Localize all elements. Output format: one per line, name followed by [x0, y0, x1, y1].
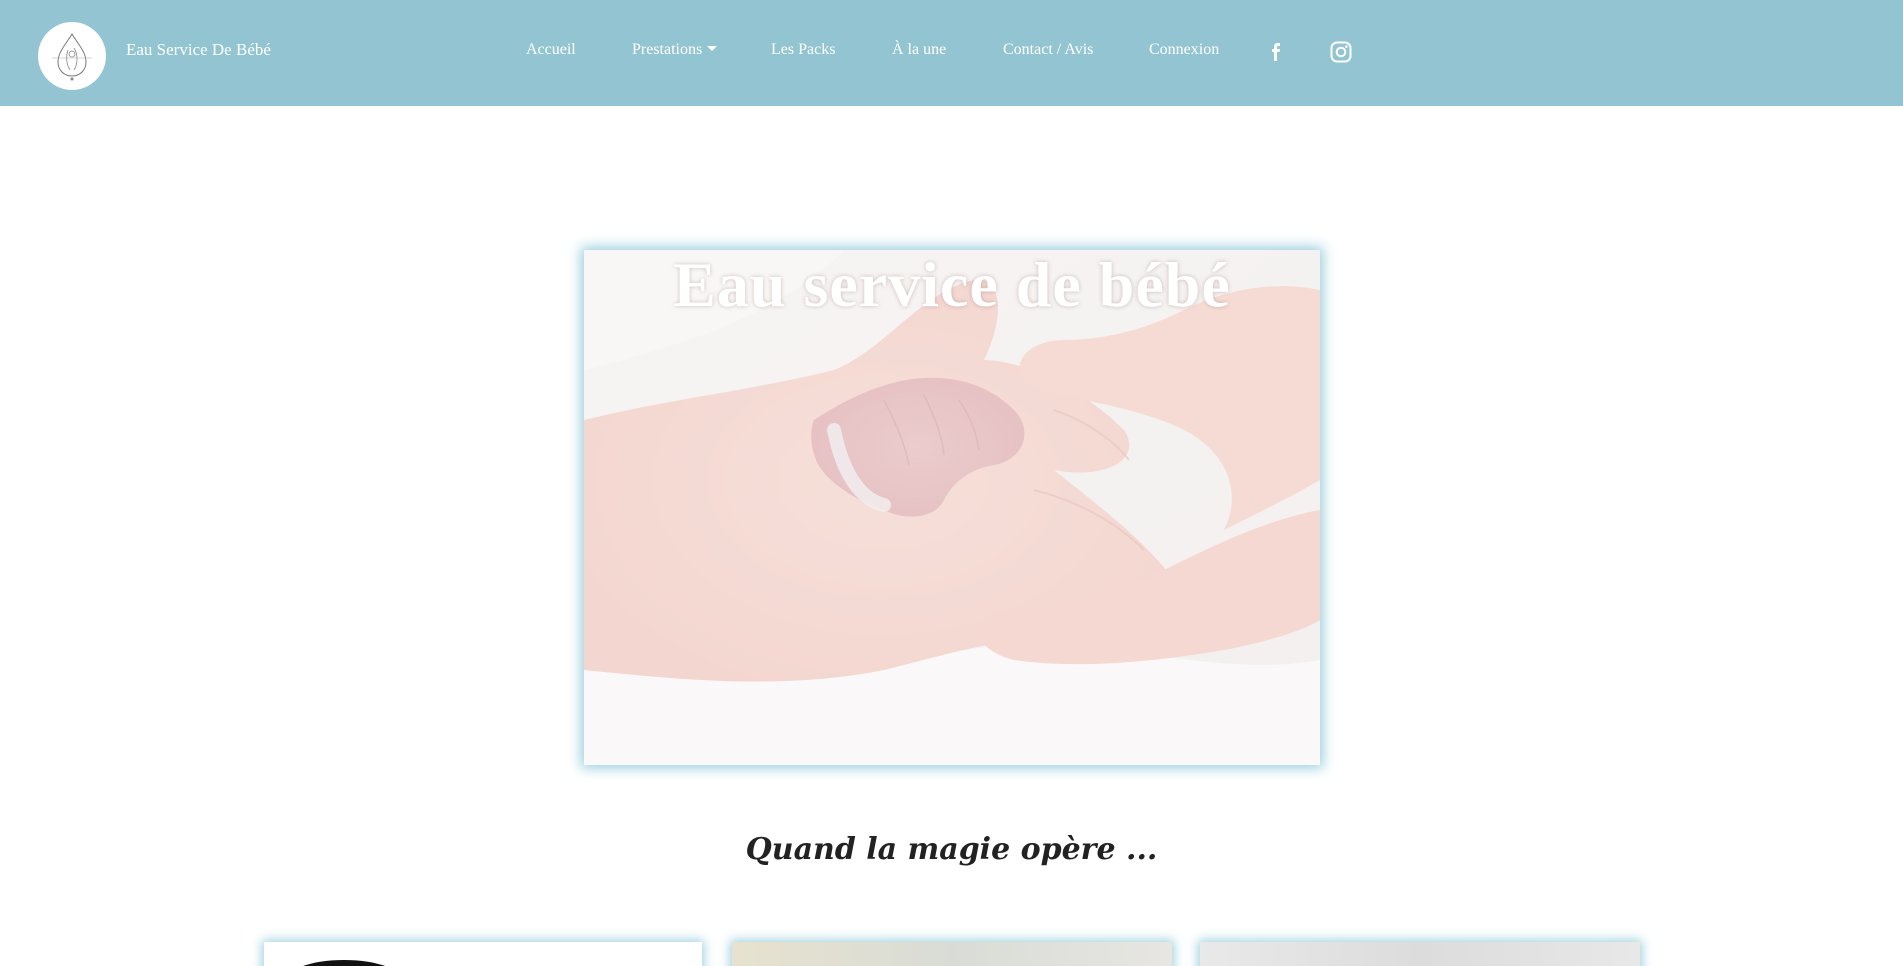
nav-link-connexion[interactable]: Connexion: [1149, 41, 1219, 59]
brand-logo[interactable]: [38, 22, 106, 90]
section-heading: Quand la magie opère ...: [745, 832, 1158, 867]
brand-name-link[interactable]: Eau Service De Bébé: [126, 40, 271, 60]
hero-overlay: [584, 250, 1320, 765]
hero-title-text: Eau service de bébé: [673, 250, 1231, 320]
nav-link-contact-avis[interactable]: Contact / Avis: [1003, 41, 1093, 59]
hero-title: Eau service de bébé: [584, 250, 1320, 322]
hero-image: Eau service de bébé: [584, 250, 1320, 765]
nav-link-prestations[interactable]: Prestations: [632, 41, 718, 59]
nav-link-a-la-une[interactable]: À la une: [892, 41, 946, 59]
instagram-icon[interactable]: [1329, 40, 1353, 64]
facebook-icon[interactable]: [1264, 40, 1288, 64]
navbar: Eau Service De Bébé Accueil Prestations …: [0, 0, 1903, 106]
nav-link-accueil[interactable]: Accueil: [526, 41, 576, 59]
gallery-card-3[interactable]: [1200, 942, 1640, 966]
nav-link-prestations-label: Prestations: [632, 41, 703, 58]
nav-link-les-packs[interactable]: Les Packs: [771, 41, 835, 59]
chevron-down-icon: [707, 46, 718, 51]
gallery-card-1[interactable]: [264, 942, 702, 966]
gallery-card-1-image: [302, 960, 386, 966]
logo-drop-icon: [52, 33, 92, 81]
gallery-card-2[interactable]: [732, 942, 1172, 966]
